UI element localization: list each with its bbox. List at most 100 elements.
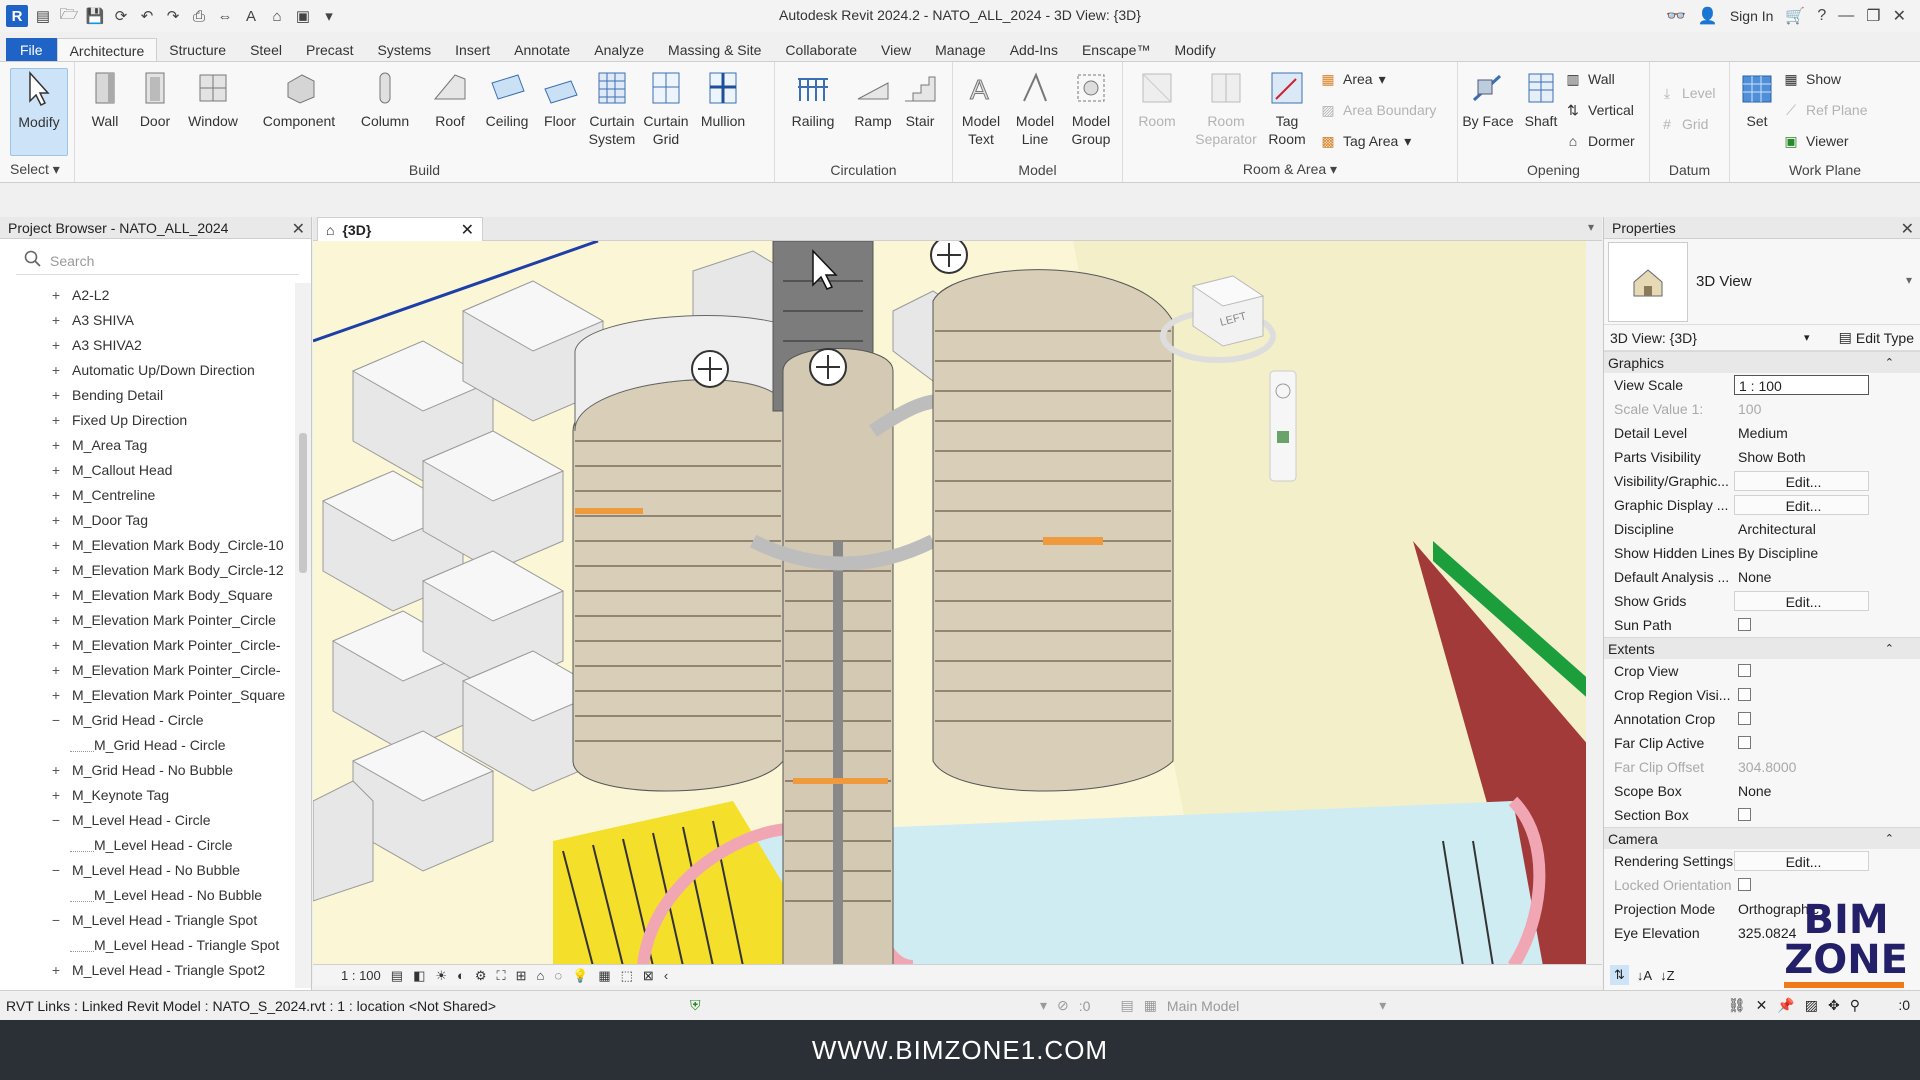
tab-steel[interactable]: Steel xyxy=(238,38,294,62)
detail-level-icon[interactable]: ▤ xyxy=(391,968,403,984)
property-value[interactable]: None xyxy=(1734,781,1869,801)
viewer-button[interactable]: ▣ Viewer xyxy=(1782,132,1848,150)
curtain-system-button[interactable]: Curtain System xyxy=(585,68,639,148)
tab-architecture[interactable]: Architecture xyxy=(56,38,158,62)
railing-button[interactable]: Railing xyxy=(781,68,845,130)
property-value[interactable] xyxy=(1734,733,1869,753)
tree-item[interactable]: + M_Centreline xyxy=(0,483,292,508)
property-value[interactable]: None xyxy=(1734,567,1869,587)
model-line-button[interactable]: Model Line xyxy=(1009,68,1061,148)
unlock-3d-icon[interactable]: ⌂ xyxy=(537,968,545,983)
editable-only-icon[interactable]: ⊘ xyxy=(1057,997,1069,1014)
tree-item[interactable]: + M_Area Tag xyxy=(0,433,292,458)
close-icon[interactable]: ✕ xyxy=(1901,219,1914,239)
tab-massing-site[interactable]: Massing & Site xyxy=(656,38,773,62)
select-by-face-icon[interactable]: ▨ xyxy=(1805,997,1818,1014)
edit-button[interactable]: Edit... xyxy=(1734,495,1869,515)
type-selector[interactable]: 3D View ▾ xyxy=(1604,239,1920,325)
collapse-icon[interactable]: − xyxy=(48,708,64,733)
tree-item[interactable]: + M_Callout Head xyxy=(0,458,292,483)
tree-item[interactable]: M_Grid Head - Circle xyxy=(0,733,292,758)
set-button[interactable]: Set xyxy=(1734,68,1780,130)
worksharing-icon[interactable]: ⛨ xyxy=(690,997,701,1014)
checkbox[interactable] xyxy=(1738,878,1751,891)
main-model-selector[interactable]: Main Model xyxy=(1167,998,1239,1014)
property-value[interactable] xyxy=(1734,661,1869,681)
tree-item[interactable]: + M_Elevation Mark Pointer_Circle- xyxy=(0,658,292,683)
constraints-icon[interactable]: ⊠ xyxy=(643,968,654,984)
property-value[interactable]: Architectural xyxy=(1734,519,1869,539)
model-group-button[interactable]: Model Group xyxy=(1063,68,1119,148)
tree-item[interactable]: + M_Elevation Mark Body_Circle-12 xyxy=(0,558,292,583)
property-value[interactable] xyxy=(1734,805,1869,825)
print-icon[interactable]: ⎙ xyxy=(188,5,210,27)
expand-icon[interactable]: + xyxy=(48,558,64,583)
collapse-icon[interactable]: ⌃ xyxy=(1885,832,1894,845)
property-value[interactable]: 304.8000 xyxy=(1734,757,1869,777)
grid-button[interactable]: # Grid xyxy=(1658,115,1708,133)
expand-icon[interactable]: + xyxy=(48,508,64,533)
expand-icon[interactable]: + xyxy=(48,408,64,433)
property-group-graphics[interactable]: Graphics ⌃ xyxy=(1604,351,1920,373)
expand-icon[interactable]: + xyxy=(48,308,64,333)
close-icon[interactable]: ✕ xyxy=(292,219,305,239)
home-icon[interactable]: ▤ xyxy=(32,5,54,27)
close-hidden-icon[interactable]: ▣ xyxy=(292,5,314,27)
by-face-button[interactable]: By Face xyxy=(1462,68,1514,130)
property-value[interactable] xyxy=(1734,875,1869,895)
property-value[interactable]: By Discipline xyxy=(1734,543,1869,563)
filter-icon[interactable]: ⚲ xyxy=(1850,997,1860,1014)
close-icon[interactable]: ✕ xyxy=(1893,6,1906,26)
edit-button[interactable]: Edit... xyxy=(1734,851,1869,871)
view-scale-control[interactable]: 1 : 100 xyxy=(341,968,381,983)
tree-item[interactable]: + M_Elevation Mark Body_Circle-10 xyxy=(0,533,292,558)
mullion-button[interactable]: Mullion xyxy=(693,68,753,130)
user-icon[interactable]: 👤 xyxy=(1698,6,1718,26)
vertical-opening-button[interactable]: ⇅ Vertical xyxy=(1564,101,1634,119)
edit-button[interactable]: Edit... xyxy=(1734,591,1869,611)
tag-room-button[interactable]: Tag Room xyxy=(1257,68,1317,148)
highlight-icon[interactable]: ⬚ xyxy=(621,968,633,984)
cart-icon[interactable]: 🛒 xyxy=(1785,6,1805,26)
tree-item[interactable]: + M_Elevation Mark Body_Square xyxy=(0,583,292,608)
expand-icon[interactable]: + xyxy=(48,583,64,608)
tree-item[interactable]: − M_Level Head - Triangle Spot xyxy=(0,908,292,933)
design-options-icon[interactable]: ▤ xyxy=(1120,997,1133,1014)
property-group-camera[interactable]: Camera ⌃ xyxy=(1604,827,1920,849)
edit-type-button[interactable]: ▤ Edit Type xyxy=(1839,329,1914,346)
expand-icon[interactable]: + xyxy=(48,658,64,683)
open-icon[interactable]: 🗁 xyxy=(58,5,80,27)
collapse-icon[interactable]: ⌃ xyxy=(1885,356,1894,369)
shaft-button[interactable]: Shaft xyxy=(1516,68,1566,130)
visual-style-icon[interactable]: ◧ xyxy=(413,968,425,984)
tree-item[interactable]: + A3 SHIVA2 xyxy=(0,333,292,358)
3d-model-view[interactable]: LEFT xyxy=(313,241,1602,966)
show-button[interactable]: ▦ Show xyxy=(1782,70,1841,88)
edit-button[interactable]: Edit... xyxy=(1734,471,1869,491)
tree-item[interactable]: + M_Elevation Mark Pointer_Circle xyxy=(0,608,292,633)
sign-in-link[interactable]: Sign In xyxy=(1730,8,1774,24)
instance-selector[interactable]: 3D View: {3D} ▾ ▤ Edit Type xyxy=(1604,325,1920,351)
tree-item[interactable]: + Automatic Up/Down Direction xyxy=(0,358,292,383)
wall-button[interactable]: Wall xyxy=(79,68,131,130)
expand-icon[interactable]: + xyxy=(48,958,64,983)
text-icon[interactable]: A xyxy=(240,5,262,27)
revit-logo-icon[interactable]: R xyxy=(6,5,28,27)
search-input[interactable]: Search xyxy=(50,253,94,269)
tree-item[interactable]: + A3 SHIVA xyxy=(0,308,292,333)
expand-icon[interactable]: + xyxy=(48,458,64,483)
property-value[interactable]: Medium xyxy=(1734,423,1869,443)
show-crop-icon[interactable]: ⊞ xyxy=(516,968,527,984)
drag-elements-icon[interactable]: ✥ xyxy=(1828,997,1840,1014)
expand-icon[interactable]: + xyxy=(48,483,64,508)
default-3d-icon[interactable]: ⌂ xyxy=(266,5,288,27)
project-browser-scrollbar[interactable] xyxy=(295,283,311,988)
binoculars-icon[interactable]: 👓 xyxy=(1666,6,1686,26)
tree-item[interactable]: M_Level Head - No Bubble xyxy=(0,883,292,908)
scroll-left-icon[interactable]: ‹ xyxy=(664,968,668,983)
tree-item[interactable]: + M_Door Tag xyxy=(0,508,292,533)
ceiling-button[interactable]: Ceiling xyxy=(479,68,535,130)
analysis-icon[interactable]: ▦ xyxy=(598,968,610,984)
tag-area-button[interactable]: ▩ Tag Area ▾ xyxy=(1319,132,1411,150)
curtain-grid-button[interactable]: Curtain Grid xyxy=(641,68,691,148)
